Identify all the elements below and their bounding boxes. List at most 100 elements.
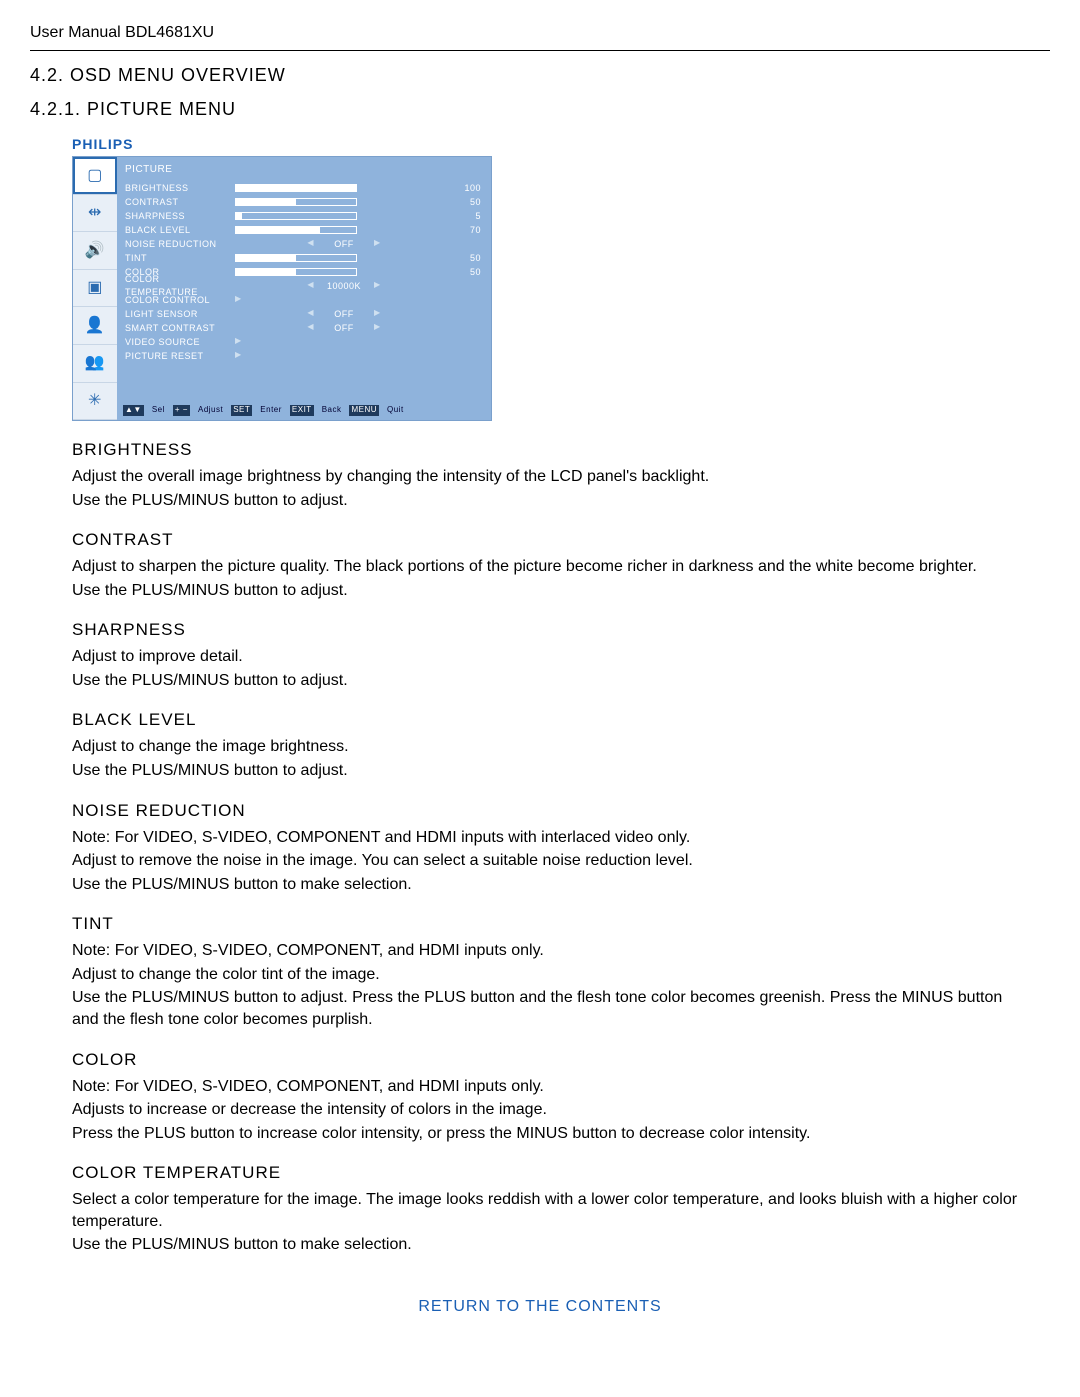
osd-sel-value: OFF	[324, 308, 364, 320]
picture-icon: ▢	[73, 157, 117, 195]
osd-row: BLACK LEVEL 70	[125, 223, 481, 237]
osd-sel-value: 10000K	[324, 280, 364, 292]
osd-row-label: COLOR CONTROL	[125, 294, 235, 306]
osd-sidebar: ▢ ⇹ 🔊 ▣ 👤 👥 ✳	[73, 157, 117, 420]
osd-row: SHARPNESS 5	[125, 209, 481, 223]
osd-hint-bar: ▲▼ Sel + − Adjust SET Enter EXIT Back MENU Qu…	[123, 405, 485, 416]
osd-value: 5	[453, 210, 481, 222]
right-arrow-icon: ▶	[235, 336, 242, 347]
hint-quit: Quit	[387, 405, 404, 416]
osd-row: BRIGHTNESS 100	[125, 181, 481, 195]
osd-row-label: BRIGHTNESS	[125, 182, 235, 194]
osd-value: 70	[453, 224, 481, 236]
hint-enter: Enter	[260, 405, 282, 416]
item-paragraph: Adjust to change the image brightness.	[72, 736, 1032, 758]
advanced-icon: ✳	[73, 383, 117, 421]
item-heading: BRIGHTNESS	[72, 439, 1032, 462]
osd-sel-value: OFF	[324, 238, 364, 250]
item-paragraph: Adjust to remove the noise in the image.…	[72, 850, 1032, 872]
return-to-contents-link[interactable]: RETURN TO THE CONTENTS	[30, 1296, 1050, 1318]
item-heading: CONTRAST	[72, 529, 1032, 552]
right-arrow-icon: ▶	[374, 280, 381, 291]
item-paragraph: Press the PLUS button to increase color …	[72, 1123, 1032, 1145]
set-key: SET	[231, 405, 252, 416]
item-paragraph: Select a color temperature for the image…	[72, 1189, 1032, 1232]
osd-value: 100	[453, 182, 481, 194]
osd-row-label: NOISE REDUCTION	[125, 238, 235, 250]
osd-menu-title: PICTURE	[125, 163, 481, 177]
osd-row-label: BLACK LEVEL	[125, 224, 235, 236]
osd-row-label: SMART CONTRAST	[125, 322, 235, 334]
osd-row-label: VIDEO SOURCE	[125, 336, 235, 348]
hint-sel: Sel	[152, 405, 165, 416]
osd-row-label: PICTURE RESET	[125, 350, 235, 362]
osd-value: 50	[453, 196, 481, 208]
osd-slider	[235, 198, 357, 206]
updown-icon: ▲▼	[123, 405, 144, 416]
item-paragraph: Note: For VIDEO, S-VIDEO, COMPONENT, and…	[72, 940, 1032, 962]
page-header: User Manual BDL4681XU	[30, 22, 1050, 44]
exit-key: EXIT	[290, 405, 314, 416]
hint-back: Back	[322, 405, 342, 416]
item-paragraph: Adjust to improve detail.	[72, 646, 1032, 668]
osd-row: VIDEO SOURCE▶	[125, 335, 481, 349]
item-paragraph: Use the PLUS/MINUS button to adjust.	[72, 490, 1032, 512]
pip-icon: ▣	[73, 270, 117, 308]
left-arrow-icon: ◀	[307, 308, 314, 319]
item-paragraph: Adjusts to increase or decrease the inte…	[72, 1099, 1032, 1121]
right-arrow-icon: ▶	[235, 350, 242, 361]
config2-icon: 👥	[73, 345, 117, 383]
audio-icon: 🔊	[73, 232, 117, 270]
hint-adjust: Adjust	[198, 405, 223, 416]
item-paragraph: Note: For VIDEO, S-VIDEO, COMPONENT and …	[72, 827, 1032, 849]
osd-slider	[235, 226, 357, 234]
plusminus-icon: + −	[173, 405, 190, 416]
osd-brand-logo: PHILIPS	[72, 135, 492, 154]
item-paragraph: Use the PLUS/MINUS button to adjust.	[72, 760, 1032, 782]
osd-row: COLOR TEMPERATURE◀10000K▶	[125, 279, 481, 293]
osd-value: 50	[453, 252, 481, 264]
menu-key: MENU	[349, 405, 379, 416]
osd-row-label: TINT	[125, 252, 235, 264]
osd-row-label: LIGHT SENSOR	[125, 308, 235, 320]
osd-row-label: CONTRAST	[125, 196, 235, 208]
osd-row: PICTURE RESET▶	[125, 349, 481, 363]
item-heading: COLOR	[72, 1049, 1032, 1072]
header-rule	[30, 50, 1050, 51]
left-arrow-icon: ◀	[307, 322, 314, 333]
item-paragraph: Adjust the overall image brightness by c…	[72, 466, 1032, 488]
osd-value: 50	[453, 266, 481, 278]
osd-row: COLOR CONTROL▶	[125, 293, 481, 307]
left-arrow-icon: ◀	[307, 238, 314, 249]
osd-row-label: SHARPNESS	[125, 210, 235, 222]
right-arrow-icon: ▶	[374, 308, 381, 319]
osd-slider	[235, 254, 357, 262]
item-paragraph: Use the PLUS/MINUS button to make select…	[72, 1234, 1032, 1256]
config1-icon: 👤	[73, 307, 117, 345]
osd-slider	[235, 212, 357, 220]
item-heading: BLACK LEVEL	[72, 709, 1032, 732]
item-paragraph: Use the PLUS/MINUS button to adjust.	[72, 670, 1032, 692]
item-heading: COLOR TEMPERATURE	[72, 1162, 1032, 1185]
item-heading: TINT	[72, 913, 1032, 936]
osd-slider	[235, 184, 357, 192]
osd-row: TINT 50	[125, 251, 481, 265]
right-arrow-icon: ▶	[374, 322, 381, 333]
item-paragraph: Note: For VIDEO, S-VIDEO, COMPONENT, and…	[72, 1076, 1032, 1098]
right-arrow-icon: ▶	[235, 294, 242, 305]
osd-row: NOISE REDUCTION◀OFF▶	[125, 237, 481, 251]
left-arrow-icon: ◀	[307, 280, 314, 291]
item-paragraph: Use the PLUS/MINUS button to adjust.	[72, 580, 1032, 602]
osd-row: SMART CONTRAST◀OFF▶	[125, 321, 481, 335]
item-paragraph: Use the PLUS/MINUS button to make select…	[72, 874, 1032, 896]
item-heading: SHARPNESS	[72, 619, 1032, 642]
osd-screenshot: PHILIPS ▢ ⇹ 🔊 ▣ 👤 👥 ✳ PICTURE BRIGHTNESS…	[72, 135, 492, 421]
osd-row: LIGHT SENSOR ◀ OFF ▶	[125, 307, 481, 321]
item-heading: NOISE REDUCTION	[72, 800, 1032, 823]
subsection-heading: 4.2.1. PICTURE MENU	[30, 97, 1050, 121]
osd-row: CONTRAST 50	[125, 195, 481, 209]
section-heading: 4.2. OSD MENU OVERVIEW	[30, 63, 1050, 87]
item-paragraph: Use the PLUS/MINUS button to adjust. Pre…	[72, 987, 1032, 1030]
osd-slider	[235, 268, 357, 276]
item-paragraph: Adjust to sharpen the picture quality. T…	[72, 556, 1032, 578]
